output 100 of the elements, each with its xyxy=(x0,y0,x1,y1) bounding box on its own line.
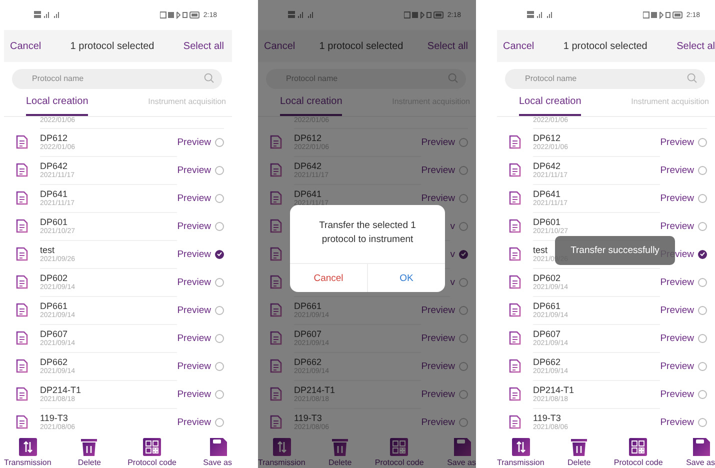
radio-button[interactable] xyxy=(215,390,224,398)
radio-button[interactable] xyxy=(459,306,468,314)
radio-button[interactable] xyxy=(459,138,468,146)
radio-button[interactable] xyxy=(698,334,707,342)
radio-button[interactable] xyxy=(215,194,224,202)
document-icon xyxy=(16,359,28,373)
search-field[interactable]: Protocol name xyxy=(505,68,705,88)
toolbar-button[interactable]: Save as xyxy=(203,435,232,468)
preview-link[interactable]: Preview xyxy=(421,192,455,204)
preview-link[interactable]: Preview xyxy=(660,332,694,344)
cancel-button[interactable]: Cancel xyxy=(264,40,296,52)
transfer-icon xyxy=(512,438,530,456)
radio-button[interactable] xyxy=(215,306,224,314)
preview-link[interactable]: v xyxy=(450,220,455,232)
radio-button[interactable] xyxy=(698,222,707,230)
preview-link[interactable]: Preview xyxy=(421,332,455,344)
toolbar-button[interactable]: Transmission xyxy=(497,435,544,468)
preview-link[interactable]: Preview xyxy=(177,388,211,400)
document-icon xyxy=(16,331,28,345)
toolbar-button[interactable]: Delete xyxy=(568,435,591,468)
radio-button[interactable] xyxy=(459,418,468,426)
preview-link[interactable]: Preview xyxy=(177,164,211,176)
toolbar-button[interactable]: Transmission xyxy=(4,435,52,468)
radio-button[interactable] xyxy=(459,334,468,342)
preview-link[interactable]: Preview xyxy=(177,332,211,344)
radio-button[interactable] xyxy=(459,222,468,230)
select-all-button[interactable]: Select all xyxy=(427,40,468,52)
preview-link[interactable]: Preview xyxy=(660,388,694,400)
toolbar-button[interactable]: Transmission xyxy=(258,435,306,468)
preview-link[interactable]: Preview xyxy=(660,304,694,316)
toolbar-button[interactable]: Save as xyxy=(447,435,476,468)
radio-button[interactable] xyxy=(698,194,707,202)
toolbar-button[interactable]: Save as xyxy=(686,435,715,468)
radio-button[interactable] xyxy=(459,194,468,202)
radio-button[interactable] xyxy=(698,362,707,370)
dialog-cancel-button[interactable]: Cancel xyxy=(290,264,368,292)
tab[interactable]: Local creation xyxy=(280,92,342,116)
preview-link[interactable]: Preview xyxy=(177,276,211,288)
toolbar-button[interactable]: Protocol code xyxy=(614,435,663,468)
radio-button[interactable] xyxy=(698,166,707,174)
radio-button[interactable] xyxy=(215,138,224,146)
radio-button[interactable] xyxy=(459,166,468,174)
radio-button[interactable] xyxy=(459,362,468,370)
radio-button[interactable] xyxy=(215,166,224,174)
preview-link[interactable]: Preview xyxy=(421,164,455,176)
search-field[interactable]: Protocol name xyxy=(12,68,222,88)
preview-link[interactable]: Preview xyxy=(421,416,455,428)
preview-link[interactable]: Preview xyxy=(660,164,694,176)
preview-link[interactable]: Preview xyxy=(660,416,694,428)
toolbar-button[interactable]: Protocol code xyxy=(128,435,176,468)
radio-button[interactable] xyxy=(698,418,707,426)
radio-button[interactable] xyxy=(215,278,224,286)
cancel-button[interactable]: Cancel xyxy=(503,40,534,52)
preview-link[interactable]: Preview xyxy=(177,192,211,204)
preview-link[interactable]: Preview xyxy=(177,136,211,148)
radio-button[interactable] xyxy=(215,250,224,258)
radio-button[interactable] xyxy=(698,278,707,286)
toolbar-button[interactable]: Protocol code xyxy=(374,435,424,468)
select-all-button[interactable]: Select all xyxy=(183,40,224,52)
radio-button[interactable] xyxy=(459,278,468,286)
radio-button[interactable] xyxy=(215,334,224,342)
preview-link[interactable]: Preview xyxy=(177,220,211,232)
preview-link[interactable]: Preview xyxy=(177,304,211,316)
radio-button[interactable] xyxy=(459,250,468,258)
tab[interactable]: Local creation xyxy=(26,92,88,116)
radio-button[interactable] xyxy=(215,362,224,370)
preview-link[interactable]: Preview xyxy=(660,220,694,232)
preview-link[interactable]: v xyxy=(450,276,455,288)
preview-link[interactable]: Preview xyxy=(177,416,211,428)
tab[interactable]: Local creation xyxy=(519,92,582,116)
radio-button[interactable] xyxy=(698,390,707,398)
toolbar-button[interactable]: Delete xyxy=(78,435,101,468)
preview-link[interactable]: Preview xyxy=(421,388,455,400)
radio-button[interactable] xyxy=(215,418,224,426)
preview-link[interactable]: Preview xyxy=(177,360,211,372)
preview-link[interactable]: Preview xyxy=(421,304,455,316)
toolbar-button[interactable]: Delete xyxy=(328,435,352,468)
document-icon xyxy=(16,387,28,401)
protocol-name: DP602 xyxy=(533,272,561,282)
qr-code-icon xyxy=(629,438,648,456)
select-all-button[interactable]: Select al xyxy=(676,40,715,52)
preview-link[interactable]: Preview xyxy=(660,192,694,204)
ok-button[interactable]: OK xyxy=(368,264,445,292)
radio-button[interactable] xyxy=(459,390,468,398)
preview-link[interactable]: Preview xyxy=(421,136,455,148)
preview-link[interactable]: Preview xyxy=(660,136,694,148)
cancel-button[interactable]: Cancel xyxy=(10,40,42,52)
preview-link[interactable]: Preview xyxy=(177,248,211,260)
dialog-message: Transfer the selected 1 protocol to instrument xyxy=(318,219,417,247)
preview-link[interactable]: Preview xyxy=(660,276,694,288)
document-icon xyxy=(270,275,282,289)
preview-link[interactable]: Preview xyxy=(421,360,455,372)
radio-button[interactable] xyxy=(698,306,707,314)
radio-button[interactable] xyxy=(215,222,224,230)
search-icon xyxy=(687,73,697,83)
radio-button[interactable] xyxy=(698,138,707,146)
preview-link[interactable]: v xyxy=(450,248,455,260)
protocol-name: DP214-T1 xyxy=(533,384,574,394)
preview-link[interactable]: Preview xyxy=(660,360,694,372)
radio-button[interactable] xyxy=(698,250,707,258)
